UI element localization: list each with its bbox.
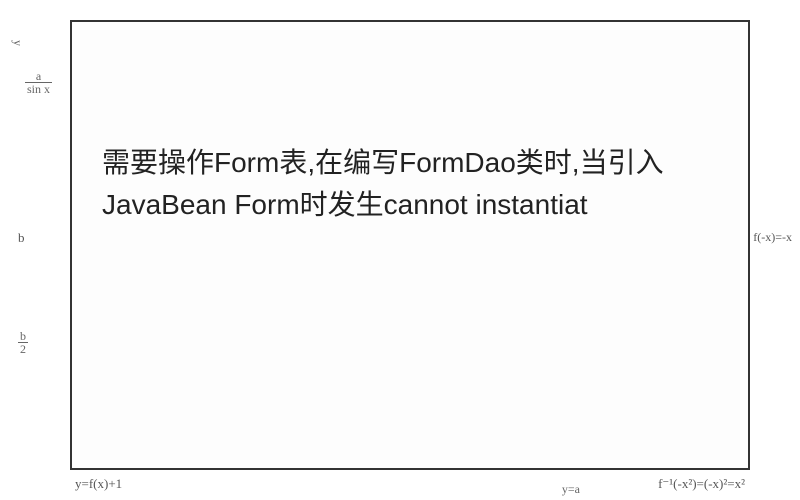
axis-label-b: b [18, 230, 25, 246]
formula-bottom-right: f⁻¹(-x²)=(-x)²=x² [658, 476, 745, 492]
fraction-a-sinx: a sin x [25, 70, 52, 95]
fraction-b-2: b 2 [18, 330, 28, 355]
axis-label-bottom: y=a [562, 482, 580, 497]
fraction-denominator-2: 2 [18, 343, 28, 355]
formula-bottom-left: y=f(x)+1 [75, 476, 122, 492]
fraction-denominator: sin x [25, 83, 52, 95]
axis-label-y: y [10, 40, 25, 46]
question-text: 需要操作Form表,在编写FormDao类时,当引入JavaBean Form时… [102, 142, 718, 226]
content-frame: 需要操作Form表,在编写FormDao类时,当引入JavaBean Form时… [70, 20, 750, 470]
formula-right: f(-x)=-x [753, 230, 792, 245]
